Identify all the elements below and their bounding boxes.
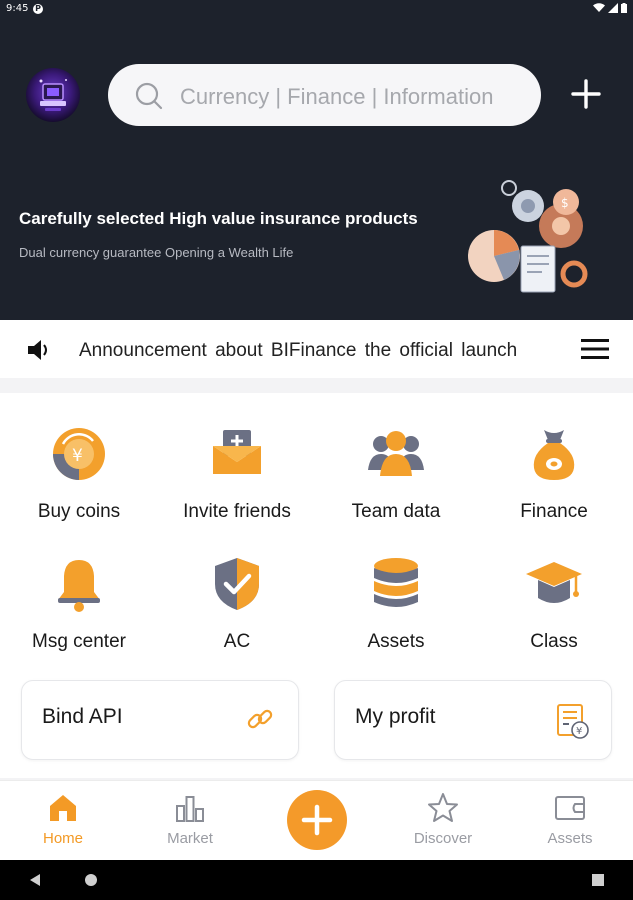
tab-market[interactable]: Market	[127, 781, 253, 861]
plus-icon	[301, 804, 333, 836]
money-bag-icon	[533, 430, 575, 480]
back-icon[interactable]	[28, 873, 42, 887]
avatar-image-icon	[39, 79, 67, 111]
status-bar: 9:45 P	[0, 0, 633, 20]
grid-item-class[interactable]: Class	[475, 554, 633, 653]
avatar[interactable]	[26, 68, 80, 122]
banner-illustration-icon: $	[468, 180, 588, 293]
app-screen: 9:45 P Currency | Finance | Information …	[0, 0, 633, 900]
notification-badge-icon: P	[33, 4, 43, 14]
status-time: 9:45	[6, 3, 29, 14]
system-nav-bar	[0, 860, 633, 900]
grid-item-invite-friends[interactable]: Invite friends	[158, 424, 316, 523]
tab-label: Home	[42, 830, 83, 847]
home-icon	[50, 795, 76, 821]
graduation-cap-icon	[526, 562, 582, 603]
bell-icon	[58, 560, 100, 612]
grid-item-ac[interactable]: AC	[158, 554, 316, 653]
banner-title[interactable]: Carefully selected High value insurance …	[19, 209, 418, 229]
menu-icon[interactable]	[581, 338, 609, 360]
search-bar[interactable]: Currency | Finance | Information	[108, 64, 541, 126]
tab-label: Market	[167, 830, 213, 847]
tab-discover[interactable]: Discover	[380, 781, 506, 861]
link-icon	[247, 709, 273, 729]
svg-text:¥: ¥	[72, 446, 83, 466]
grid-label: AC	[223, 631, 251, 652]
database-icon	[374, 558, 418, 607]
tab-label: Assets	[547, 830, 593, 847]
svg-text:$: $	[561, 196, 569, 210]
tab-assets[interactable]: Assets	[507, 781, 633, 861]
grid-item-msg-center[interactable]: Msg center	[0, 554, 158, 653]
announcement-bar[interactable]: Announcement about BIFinance the officia…	[0, 320, 633, 378]
grid-label: Team data	[351, 501, 441, 522]
search-placeholder: Currency | Finance | Information	[180, 84, 494, 109]
grid-label: Msg center	[32, 631, 126, 652]
invoice-icon: ¥	[557, 704, 589, 739]
star-icon	[428, 793, 458, 822]
invite-envelope-icon	[213, 430, 261, 474]
bind-api-card[interactable]: Bind API	[21, 680, 299, 760]
wifi-icon	[593, 3, 605, 13]
buy-coins-icon: ¥	[53, 428, 105, 480]
search-icon	[135, 82, 163, 110]
wallet-icon	[555, 796, 585, 820]
speaker-icon	[28, 340, 47, 360]
grid-label: Buy coins	[37, 501, 121, 522]
grid-item-finance[interactable]: Finance	[475, 424, 633, 523]
grid-label: Assets	[367, 631, 425, 652]
grid-item-buy-coins[interactable]: ¥ Buy coins	[0, 424, 158, 523]
team-icon	[368, 431, 424, 476]
battery-icon	[621, 3, 627, 13]
card-title: Bind API	[42, 705, 123, 728]
grid-label: Class	[530, 631, 578, 652]
announcement-text[interactable]: Announcement about BIFinance the officia…	[79, 340, 517, 362]
grid-item-team-data[interactable]: Team data	[317, 424, 475, 523]
grid-label: Finance	[520, 501, 588, 522]
banner-subtitle: Dual currency guarantee Opening a Wealth…	[19, 245, 294, 260]
add-button[interactable]	[287, 790, 347, 850]
recents-icon[interactable]	[592, 874, 604, 886]
home-button-icon[interactable]	[84, 873, 98, 887]
grid-label: Invite friends	[183, 501, 291, 522]
add-icon[interactable]	[570, 78, 602, 110]
header: 9:45 P Currency | Finance | Information …	[0, 0, 633, 320]
system-icons	[593, 3, 627, 13]
tab-label: Discover	[413, 830, 473, 847]
my-profit-card[interactable]: My profit ¥	[334, 680, 612, 760]
card-title: My profit	[355, 705, 436, 728]
signal-icon	[608, 3, 618, 13]
bar-chart-icon	[176, 796, 204, 822]
svg-text:¥: ¥	[576, 726, 582, 737]
shield-check-icon	[215, 558, 259, 610]
tab-home[interactable]: Home	[0, 781, 126, 861]
grid-item-assets[interactable]: Assets	[317, 554, 475, 653]
